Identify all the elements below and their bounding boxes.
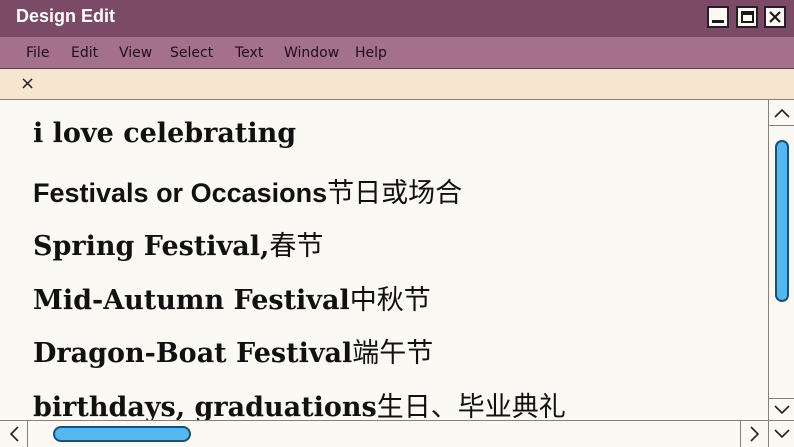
document-line: Dragon-Boat Festival端午节 xyxy=(33,331,433,370)
line-text-cn: 生日、毕业典礼 xyxy=(376,392,566,420)
line-text-en: i love celebrating xyxy=(33,118,297,149)
chevron-left-icon xyxy=(9,426,19,442)
menu-select[interactable]: Select xyxy=(170,45,213,61)
document-line: Spring Festival,春节 xyxy=(33,224,323,263)
menu-window[interactable]: Window xyxy=(284,45,339,61)
chevron-down-icon xyxy=(774,404,790,414)
scroll-right-button[interactable] xyxy=(740,421,768,447)
document-line: birthdays, graduations生日、毕业典礼 xyxy=(33,385,566,420)
chevron-down-icon xyxy=(773,429,790,439)
menu-edit[interactable]: Edit xyxy=(71,45,98,61)
document-line: Mid-Autumn Festival中秋节 xyxy=(33,278,431,317)
tab-close-icon[interactable]: × xyxy=(20,73,35,94)
minimize-button[interactable] xyxy=(707,6,729,28)
menu-view[interactable]: View xyxy=(119,45,152,61)
vertical-scroll-thumb[interactable] xyxy=(775,140,789,302)
document-line: i love celebrating xyxy=(33,118,296,149)
menu-bar: File Edit View Select Text Window Help xyxy=(0,37,794,69)
horizontal-scrollbar[interactable] xyxy=(0,420,794,447)
maximize-icon xyxy=(740,11,754,23)
line-text-cn: 端午节 xyxy=(352,338,434,369)
minimize-icon xyxy=(712,19,724,23)
line-text-en: Spring Festival, xyxy=(33,231,270,262)
maximize-button[interactable] xyxy=(736,6,758,28)
line-text-cn: 春节 xyxy=(269,231,324,262)
horizontal-scroll-thumb[interactable] xyxy=(53,426,191,442)
chevron-up-icon xyxy=(774,108,790,118)
scroll-up-button[interactable] xyxy=(769,100,794,126)
tab-bar: × xyxy=(0,69,794,100)
window-title: Design Edit xyxy=(16,6,116,26)
title-bar: Design Edit xyxy=(0,0,794,37)
line-text-en: Mid-Autumn Festival xyxy=(33,285,350,316)
line-text-cn: 中秋节 xyxy=(349,285,431,316)
chevron-right-icon xyxy=(749,426,759,442)
document-area[interactable]: i love celebrating Festivals or Occasion… xyxy=(0,100,768,420)
document-line: Festivals or Occasions节日或场合 xyxy=(33,171,462,210)
scroll-left-button[interactable] xyxy=(0,421,28,447)
scroll-corner xyxy=(768,421,794,447)
menu-file[interactable]: File xyxy=(26,45,49,61)
line-text-en: birthdays, graduations xyxy=(33,392,377,420)
menu-text[interactable]: Text xyxy=(235,45,263,61)
line-text-en: Festivals or Occasions xyxy=(33,178,328,208)
close-button[interactable] xyxy=(764,6,786,28)
close-icon xyxy=(769,11,781,23)
line-text-cn: 节日或场合 xyxy=(327,178,463,209)
menu-help[interactable]: Help xyxy=(355,45,387,61)
vertical-scrollbar[interactable] xyxy=(768,100,794,420)
scroll-down-button[interactable] xyxy=(769,398,794,420)
line-text-en: Dragon-Boat Festival xyxy=(33,338,353,369)
